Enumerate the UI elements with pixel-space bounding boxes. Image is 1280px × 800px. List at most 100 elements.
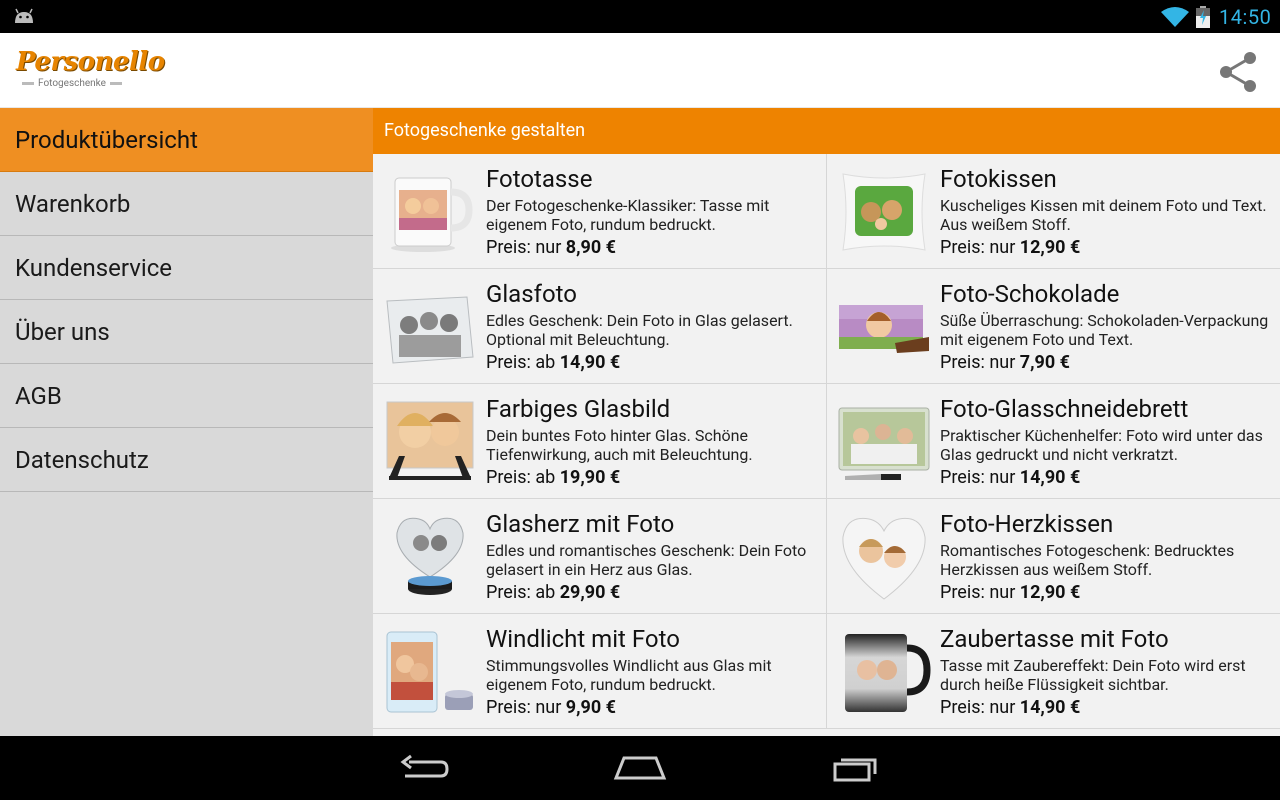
product-title: Foto-Herzkissen — [940, 510, 1114, 538]
app-logo[interactable]: Personello Fotogeschenke — [16, 47, 165, 95]
magic-mug-thumb — [845, 634, 931, 712]
price-value: 12,90 € — [1019, 582, 1081, 603]
drawer-item-label: Über uns — [15, 318, 110, 346]
price-prefix: Preis: ab — [486, 352, 560, 373]
heart-pillow-thumb — [842, 517, 926, 600]
product-title: Farbiges Glasbild — [486, 395, 671, 423]
glass-block-thumb — [386, 296, 474, 364]
product-card[interactable]: Foto-Herzkissen Romantisches Fotogeschen… — [827, 499, 1280, 614]
price-prefix: Preis: nur — [486, 697, 566, 718]
drawer-item-kundenservice[interactable]: Kundenservice — [0, 236, 373, 300]
product-description: Dein buntes Foto hinter Glas. Schöne Tie… — [486, 426, 753, 464]
product-card[interactable]: Zaubertasse mit Foto Tasse mit Zaubereff… — [827, 614, 1280, 729]
product-description: Stimmungsvolles Windlicht aus Glas mit e… — [486, 656, 772, 694]
logo-subtitle: Fotogeschenke — [18, 78, 126, 89]
price-prefix: Preis: nur — [940, 697, 1020, 718]
product-description: Der Fotogeschenke-Klassiker: Tasse mit e… — [486, 196, 770, 234]
product-title: Zaubertasse mit Foto — [940, 625, 1169, 653]
product-price: Preis: ab 29,90 € — [486, 582, 620, 603]
product-card[interactable]: Foto-Schokolade Süße Überraschung: Schok… — [827, 269, 1280, 384]
product-overview: Fotogeschenke gestalten Fototasse Der Fo… — [373, 108, 1280, 736]
product-card[interactable]: Glasfoto Edles Geschenk: Dein Foto in Gl… — [373, 269, 827, 384]
drawer-item-datenschutz[interactable]: Datenschutz — [0, 428, 373, 492]
product-card[interactable]: Fototasse Der Fotogeschenke-Klassiker: T… — [373, 154, 827, 269]
drawer-item-label: AGB — [15, 382, 62, 410]
product-grid: Fototasse Der Fotogeschenke-Klassiker: T… — [373, 154, 1280, 729]
price-prefix: Preis: nur — [940, 467, 1020, 488]
price-value: 12,90 € — [1019, 237, 1081, 258]
price-value: 14,90 € — [559, 352, 621, 373]
status-bar: 14:50 — [0, 0, 1280, 33]
drawer-item-label: Warenkorb — [15, 190, 131, 218]
product-price: Preis: nur 8,90 € — [486, 237, 616, 258]
price-prefix: Preis: nur — [940, 237, 1020, 258]
price-value: 9,90 € — [565, 697, 616, 718]
product-description: Edles und romantisches Geschenk: Dein Fo… — [486, 541, 807, 579]
android-icon — [15, 8, 33, 23]
product-price: Preis: nur 12,90 € — [940, 582, 1080, 603]
product-title: Fotokissen — [940, 165, 1057, 193]
battery-icon — [1196, 6, 1210, 28]
drawer-item-label: Kundenservice — [15, 254, 172, 282]
recent-apps-icon[interactable] — [827, 748, 887, 788]
navigation-drawer: Produktübersicht Warenkorb Kundenservice… — [0, 108, 373, 736]
drawer-item-ueber-uns[interactable]: Über uns — [0, 300, 373, 364]
system-navigation-bar — [0, 736, 1280, 800]
wifi-icon — [1161, 7, 1189, 27]
product-title: Glasherz mit Foto — [486, 510, 675, 538]
logo-text: Personello — [16, 47, 165, 77]
product-price: Preis: nur 7,90 € — [940, 352, 1070, 373]
product-price: Preis: ab 19,90 € — [486, 467, 620, 488]
product-title: Windlicht mit Foto — [486, 625, 680, 653]
drawer-item-produktuebersicht[interactable]: Produktübersicht — [0, 108, 373, 172]
price-value: 8,90 € — [565, 237, 616, 258]
action-bar: Personello Fotogeschenke — [0, 33, 1280, 108]
pillow-thumb — [842, 173, 926, 251]
price-prefix: Preis: nur — [940, 352, 1020, 373]
product-card[interactable]: Glasherz mit Foto Edles und romantisches… — [373, 499, 827, 614]
product-title: Foto-Schokolade — [940, 280, 1120, 308]
home-icon[interactable] — [610, 748, 670, 788]
glass-heart-thumb — [396, 517, 464, 595]
mug-thumb — [391, 177, 473, 252]
product-title: Fototasse — [486, 165, 593, 193]
cutting-board-thumb — [838, 407, 930, 480]
drawer-item-label: Datenschutz — [15, 446, 149, 474]
product-card[interactable]: Farbiges Glasbild Dein buntes Foto hinte… — [373, 384, 827, 499]
product-description: Tasse mit Zaubereffekt: Dein Foto wird e… — [940, 656, 1246, 694]
product-price: Preis: ab 14,90 € — [486, 352, 620, 373]
product-card[interactable]: Fotokissen Kuscheliges Kissen mit deinem… — [827, 154, 1280, 269]
price-value: 14,90 € — [1019, 697, 1081, 718]
price-prefix: Preis: nur — [940, 582, 1020, 603]
product-description: Edles Geschenk: Dein Foto in Glas gelase… — [486, 311, 793, 349]
product-price: Preis: nur 14,90 € — [940, 467, 1080, 488]
price-value: 29,90 € — [559, 582, 621, 603]
drawer-item-label: Produktübersicht — [15, 126, 198, 154]
price-value: 7,90 € — [1019, 352, 1070, 373]
section-header: Fotogeschenke gestalten — [373, 108, 1280, 154]
drawer-item-warenkorb[interactable]: Warenkorb — [0, 172, 373, 236]
product-title: Glasfoto — [486, 280, 577, 308]
product-description: Romantisches Fotogeschenk: Bedrucktes He… — [940, 541, 1235, 579]
price-prefix: Preis: ab — [486, 467, 560, 488]
lantern-thumb — [386, 631, 473, 713]
clock: 14:50 — [1219, 5, 1272, 29]
product-price: Preis: nur 12,90 € — [940, 237, 1080, 258]
glass-picture-thumb — [386, 401, 474, 480]
product-description: Praktischer Küchenhelfer: Foto wird unte… — [940, 426, 1263, 464]
price-value: 14,90 € — [1019, 467, 1081, 488]
share-icon[interactable] — [1214, 48, 1262, 96]
product-card[interactable]: Foto-Glasschneidebrett Praktischer Küche… — [827, 384, 1280, 499]
product-price: Preis: nur 14,90 € — [940, 697, 1080, 718]
price-prefix: Preis: ab — [486, 582, 560, 603]
product-description: Süße Überraschung: Schokoladen-Verpackun… — [940, 311, 1269, 349]
product-title: Foto-Glasschneidebrett — [940, 395, 1189, 423]
drawer-item-agb[interactable]: AGB — [0, 364, 373, 428]
product-card[interactable]: Windlicht mit Foto Stimmungsvolles Windl… — [373, 614, 827, 729]
back-icon[interactable] — [393, 748, 453, 788]
price-value: 19,90 € — [559, 467, 621, 488]
product-price: Preis: nur 9,90 € — [486, 697, 616, 718]
chocolate-thumb — [839, 305, 929, 353]
price-prefix: Preis: nur — [486, 237, 566, 258]
product-description: Kuscheliges Kissen mit deinem Foto und T… — [940, 196, 1267, 234]
